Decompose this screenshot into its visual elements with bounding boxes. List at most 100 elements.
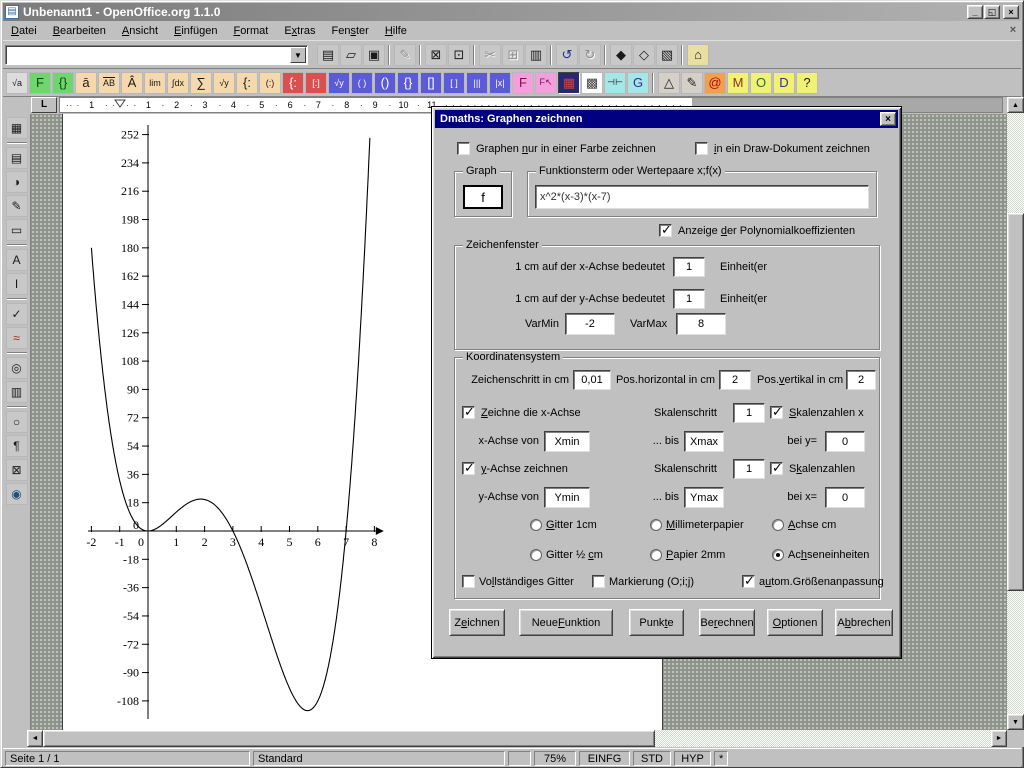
radio-grid-1cm[interactable] [530,519,542,531]
cut-icon[interactable]: ✂ [479,44,501,66]
checkbox-full-grid[interactable] [462,575,475,588]
menu-einfuegen[interactable]: Einfügen [166,22,225,40]
axis-segment-icon[interactable]: ⊣⊢ [604,72,626,94]
dialog-title-bar[interactable]: Dmaths: Graphen zeichnen [435,110,898,128]
insert-table-icon[interactable]: ▦ [6,117,28,139]
grid-paper-icon[interactable]: ▩ [581,72,603,94]
navigator-icon[interactable]: ◆ [610,44,632,66]
y-scale-field[interactable]: 1 [673,289,705,309]
dialog-close-icon[interactable]: × [880,112,896,126]
menu-ansicht[interactable]: Ansicht [114,22,166,40]
dmaths-d-icon[interactable]: D [773,72,795,94]
function-f-icon[interactable]: F [29,72,51,94]
horizontal-scrollbar[interactable]: ◄ ► [27,730,1007,747]
data-sources-icon[interactable]: ▥ [6,381,28,403]
close-document-icon[interactable]: × [1005,23,1021,39]
varmax-field[interactable]: 8 [676,313,726,335]
status-page-style[interactable]: Standard [253,751,505,766]
status-selection-mode[interactable]: STD [633,751,671,766]
menu-hilfe[interactable]: Hilfe [377,22,415,40]
zoom-icon[interactable]: ○ [6,411,28,433]
options-button[interactable]: Optionen [767,609,823,636]
insert-graphics-icon[interactable]: ⌂ [687,44,709,66]
insert-icon[interactable]: ▤ [6,147,28,169]
radio-achse-cm[interactable] [772,519,784,531]
vector-a-icon[interactable]: ā [75,72,97,94]
autotext-icon[interactable]: A [6,249,28,271]
direct-cursor-icon[interactable]: I [6,273,28,295]
print-icon[interactable]: ⊡ [448,44,470,66]
limit-icon[interactable]: lim [144,72,166,94]
draw-button[interactable]: Zeichnen [449,609,505,636]
save-icon[interactable]: ▣ [363,44,385,66]
draw-step-field[interactable]: 0,01 [573,370,611,390]
dmaths-m-icon[interactable]: M [727,72,749,94]
scroll-left-icon[interactable]: ◄ [27,730,43,747]
geometry-g-icon[interactable]: G [627,72,649,94]
function-pointer-icon[interactable]: F↖ [535,72,557,94]
x-scale-field[interactable]: 1 [673,257,705,277]
minimize-button[interactable]: _ [967,5,983,19]
checkbox-marking[interactable] [592,575,605,588]
sqrt-a-icon[interactable]: √a [6,72,28,94]
scroll-up-icon[interactable]: ▲ [1007,97,1024,113]
cancel-button[interactable]: Abbrechen [835,609,893,636]
stylist-icon[interactable]: ◇ [633,44,655,66]
checkbox-poly-coefficients[interactable] [659,224,672,237]
function-term-field[interactable]: x^2*(x-3)*(x-7) [535,185,869,209]
graphics-onoff-icon[interactable]: ⊠ [6,459,28,481]
insert-object-icon[interactable]: ◑ [6,171,28,193]
blue-braces-icon[interactable]: {} [397,72,419,94]
vertical-scrollbar[interactable]: ▲ ▼ [1007,97,1024,730]
compass-icon[interactable]: △ [658,72,680,94]
url-dropdown-button[interactable]: ▼ [290,47,306,63]
red-brace-icon[interactable]: {: [282,72,304,94]
blue-bracket-icon[interactable]: [] [420,72,442,94]
checkbox-single-color[interactable] [457,142,470,155]
drawing-tools-icon[interactable]: ✎ [681,72,703,94]
function-graph[interactable]: -2-1012345678252234216198180162144126108… [63,114,483,730]
open-icon[interactable]: ▱ [340,44,362,66]
status-hyperlink-mode[interactable]: HYP [674,751,711,766]
blue-bracket-wide-icon[interactable]: [ ] [443,72,465,94]
red-bracket-icon[interactable]: [:] [305,72,327,94]
y-axis-to-field[interactable]: Ymax [684,487,724,508]
checkbox-draw-document[interactable] [695,142,708,155]
autospellcheck-icon[interactable]: ≈ [6,327,28,349]
sum-icon[interactable]: ∑ [190,72,212,94]
pos-horizontal-field[interactable]: 2 [719,370,751,390]
pos-vertical-field[interactable]: 2 [846,370,876,390]
close-button[interactable]: × [1003,5,1019,19]
checkbox-scale-numbers-x[interactable] [770,406,783,419]
document-as-email-icon[interactable]: ⊠ [425,44,447,66]
angle-a-icon[interactable]: Â [121,72,143,94]
paren-colon-icon[interactable]: (:) [259,72,281,94]
blue-paren-icon[interactable]: () [374,72,396,94]
new-function-button[interactable]: Neue Funktion [519,609,613,636]
varmin-field[interactable]: -2 [565,313,615,335]
function-pink-icon[interactable]: F [512,72,534,94]
brace-colon-icon[interactable]: {: [236,72,258,94]
radio-paper-2mm[interactable] [650,549,662,561]
parallel-bars-icon[interactable]: ||| [466,72,488,94]
checkbox-autosize[interactable] [742,575,755,588]
paste-icon[interactable]: ▥ [525,44,547,66]
x-axis-from-field[interactable]: Xmin [544,431,590,452]
x-scale-step-field[interactable]: 1 [733,403,765,423]
draw-functions-icon[interactable]: ✎ [6,195,28,217]
gallery-icon[interactable]: ▧ [656,44,678,66]
online-layout-icon[interactable]: ◉ [6,483,28,505]
segment-ab-icon[interactable]: AB [98,72,120,94]
status-insert-mode[interactable]: EINFG [579,751,630,766]
y-axis-at-field[interactable]: 0 [825,487,865,508]
radio-axis-units[interactable] [772,549,784,561]
dmaths-web-icon[interactable]: @ [704,72,726,94]
checkbox-draw-y-axis[interactable] [462,462,475,475]
dmaths-o-icon[interactable]: O [750,72,772,94]
abs-x-icon[interactable]: |x| [489,72,511,94]
form-functions-icon[interactable]: ▭ [6,219,28,241]
braces-green-icon[interactable]: {} [52,72,74,94]
dmaths-help-icon[interactable]: ? [796,72,818,94]
root-y-icon[interactable]: √y [213,72,235,94]
scroll-down-icon[interactable]: ▼ [1007,714,1024,730]
